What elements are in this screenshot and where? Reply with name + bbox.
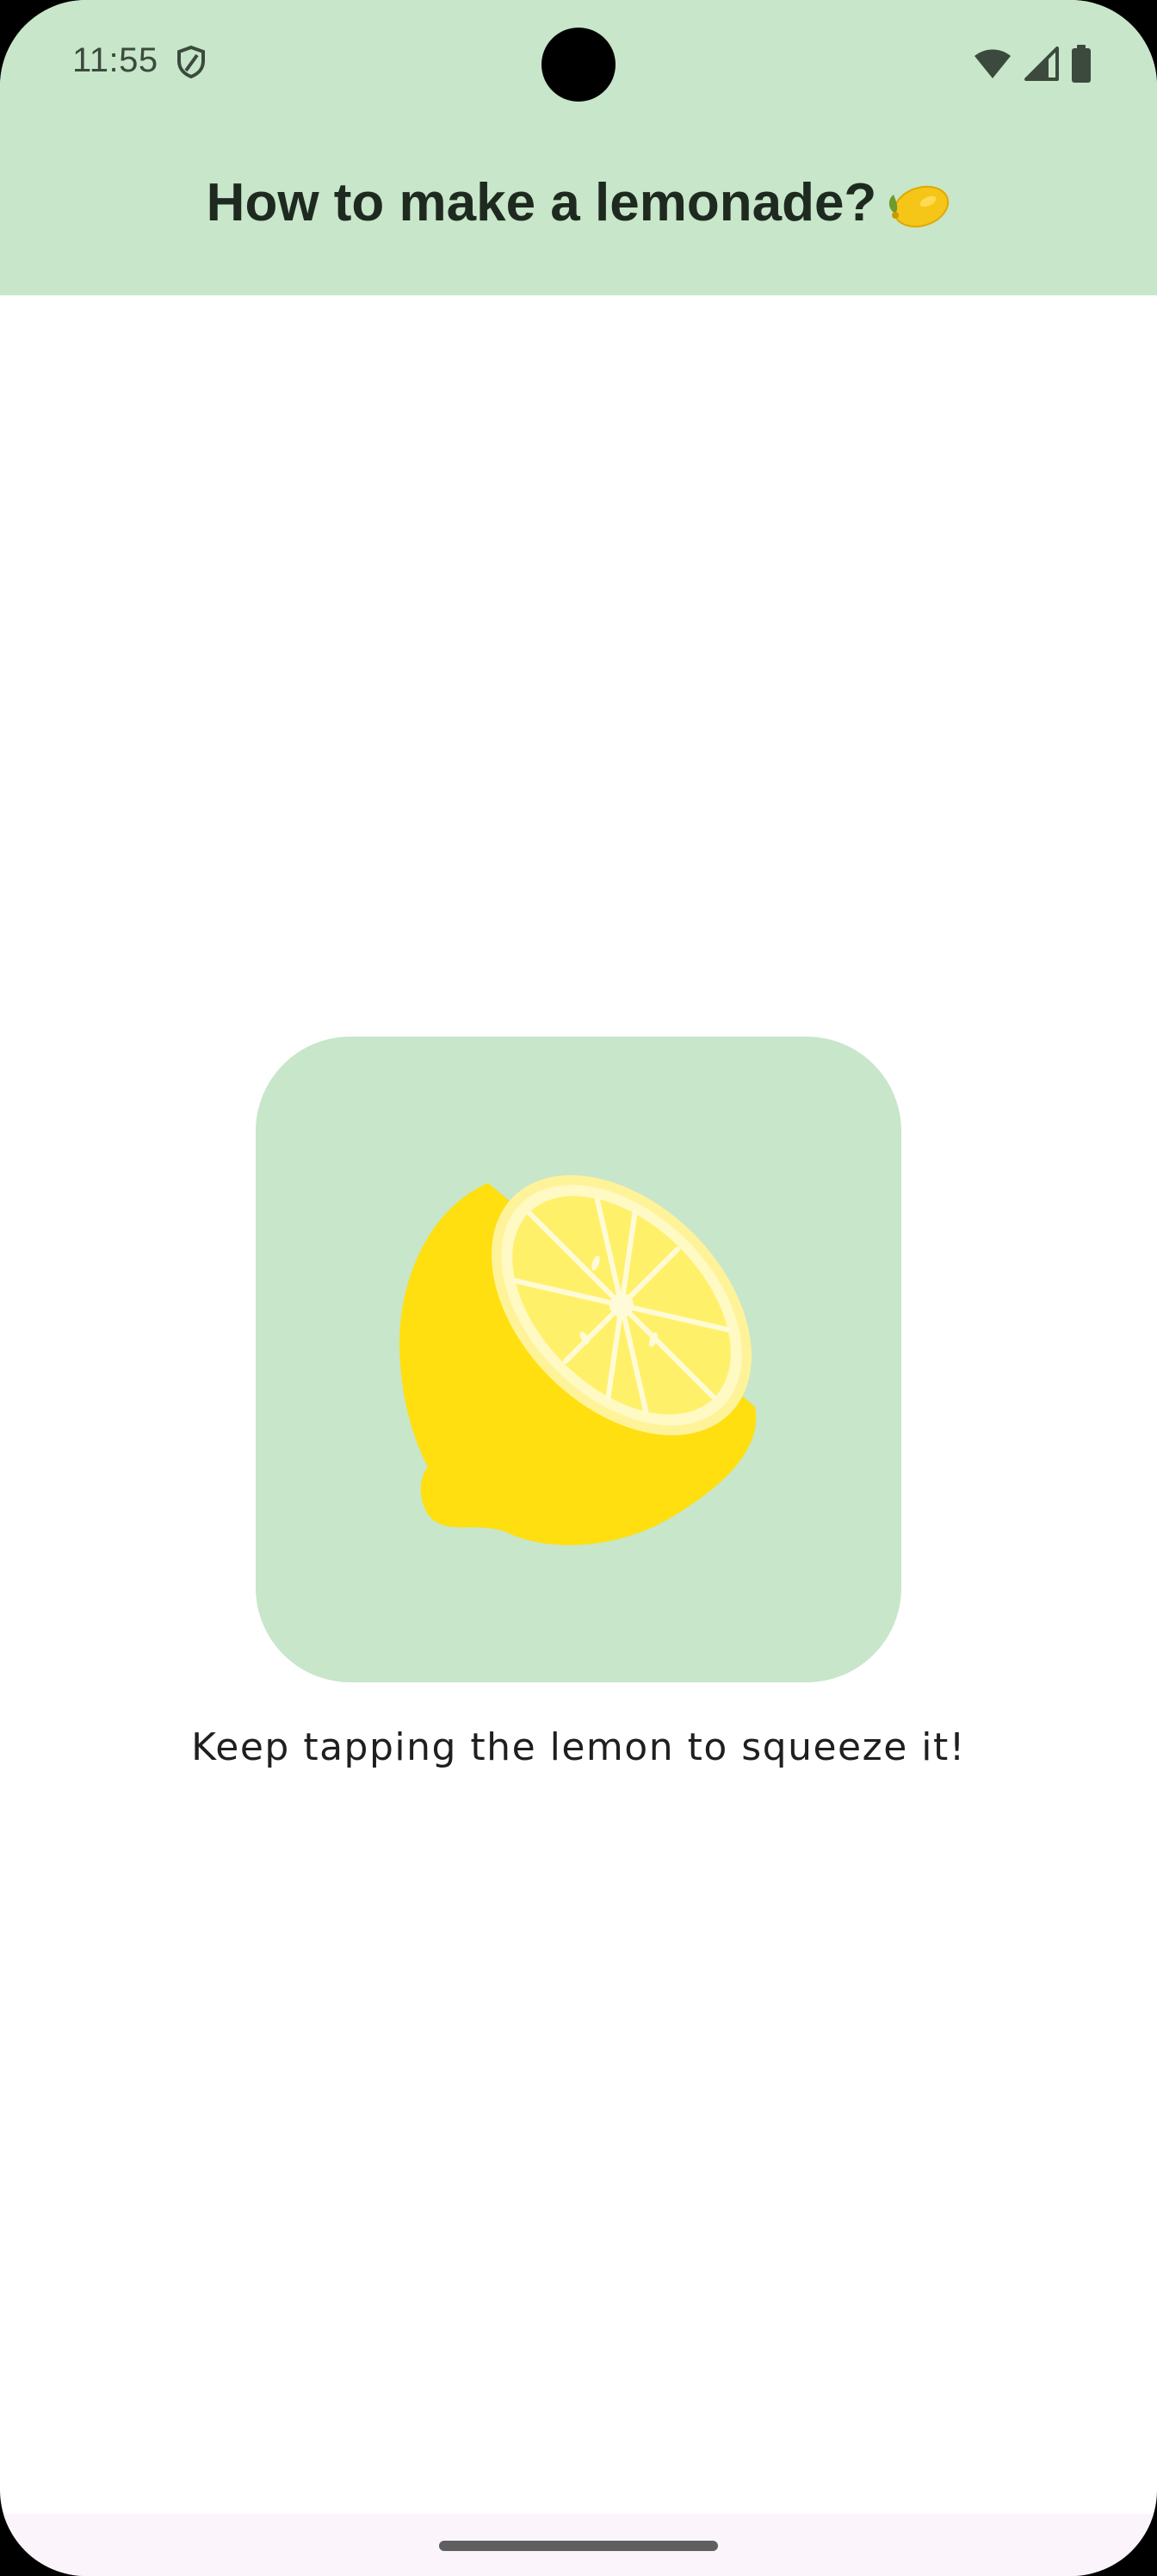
instruction-text: Keep tapping the lemon to squeeze it! — [191, 1725, 966, 1769]
camera-cutout — [541, 28, 616, 102]
status-icons — [973, 45, 1092, 83]
app-title-text: How to make a lemonade? — [206, 173, 877, 232]
status-bar: 11:55 — [0, 0, 1157, 129]
phone-screen: 11:55 How to make a lemonade? Keep tappi… — [0, 0, 1157, 2576]
lemon-image-button[interactable] — [256, 1037, 901, 1682]
app-title: How to make a lemonade? — [0, 172, 1157, 233]
shield-icon — [177, 45, 205, 79]
cell-signal-icon — [1024, 46, 1059, 81]
lemon-half-icon — [399, 1174, 757, 1545]
wifi-icon — [974, 49, 1011, 78]
lemon-icon — [889, 185, 950, 228]
battery-icon — [1072, 45, 1091, 83]
status-time: 11:55 — [72, 41, 158, 79]
home-gesture-handle[interactable] — [439, 2541, 718, 2551]
top-app-bar: 11:55 How to make a lemonade? — [0, 0, 1157, 295]
